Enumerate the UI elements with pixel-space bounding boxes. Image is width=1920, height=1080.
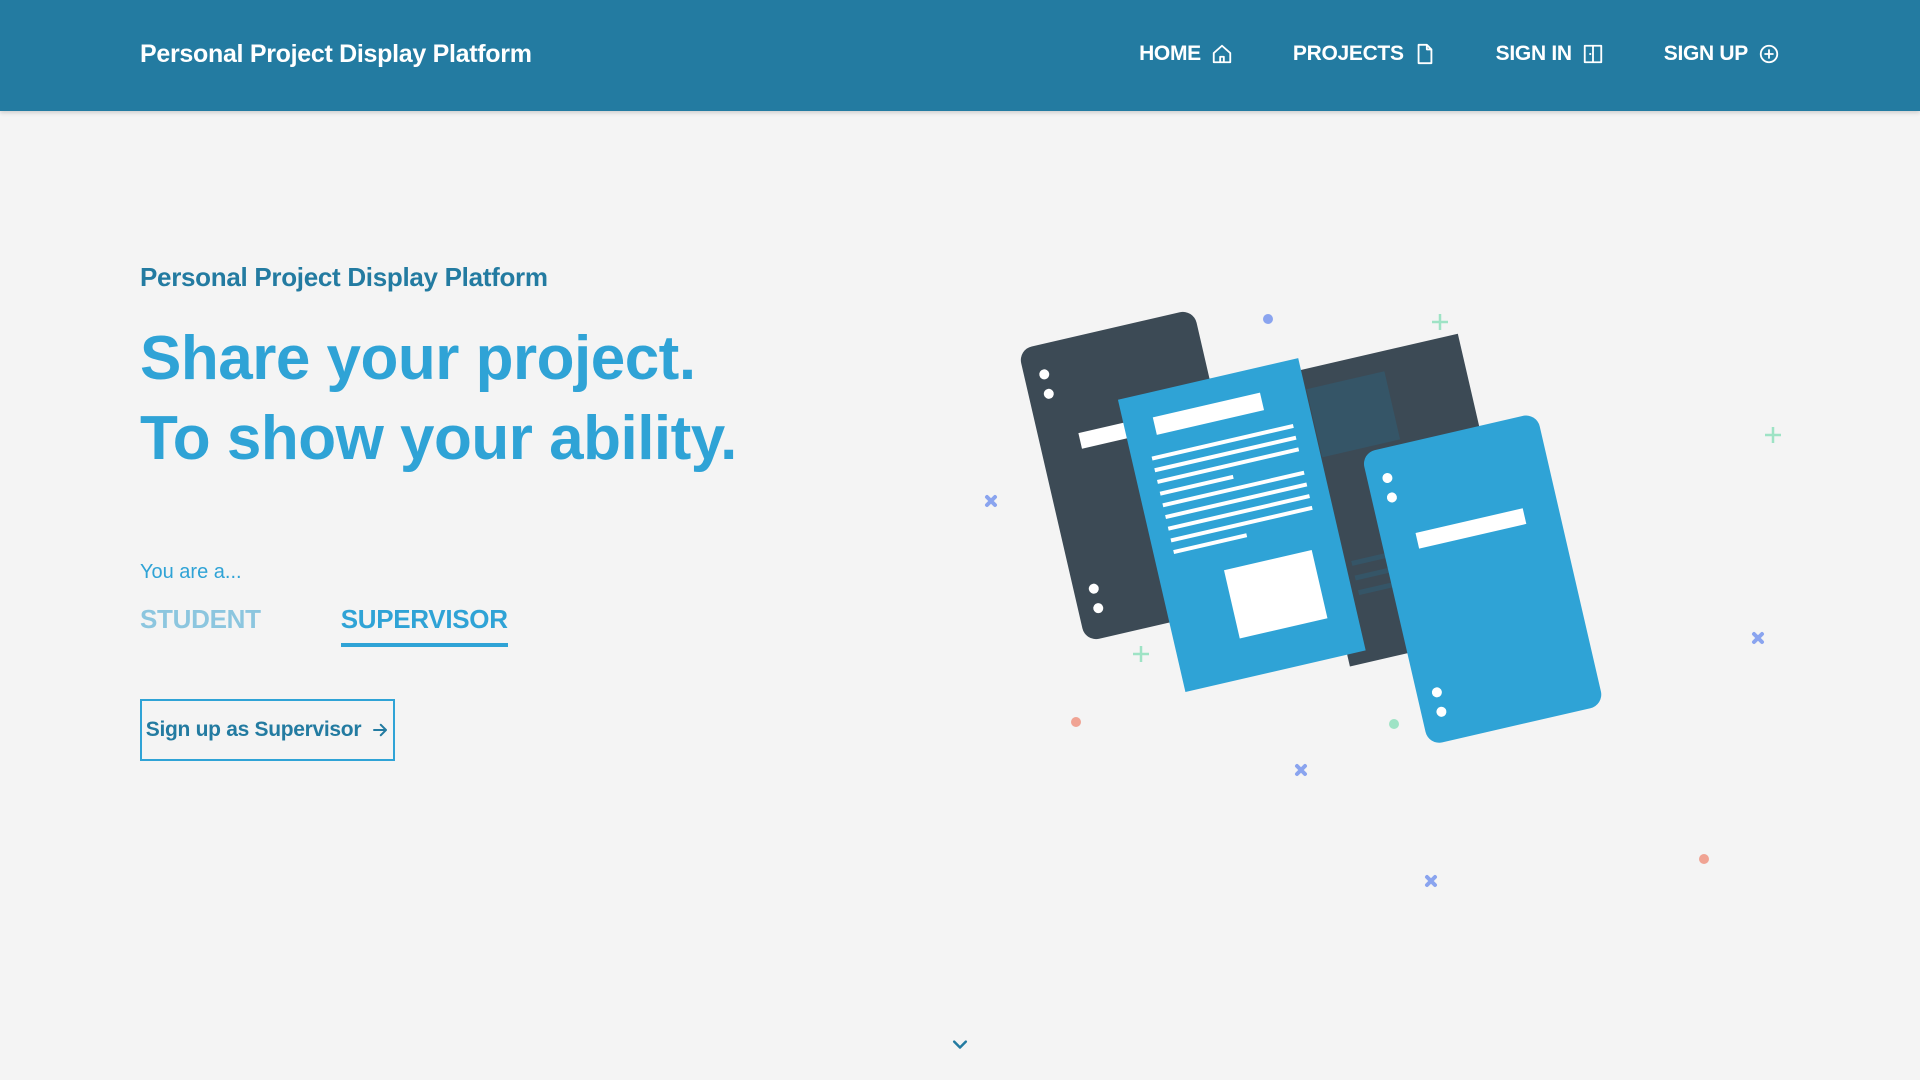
- tab-supervisor[interactable]: SUPERVISOR: [340, 604, 508, 647]
- top-navbar: Personal Project Display Platform HOME P…: [0, 0, 1920, 111]
- nav-projects-label: PROJECTS: [1292, 42, 1404, 65]
- nav-home-label: HOME: [1139, 42, 1201, 65]
- headline-line-2: To show your ability.: [140, 404, 737, 473]
- headline-line-1: Share your project.: [140, 324, 696, 393]
- nav-projects[interactable]: PROJECTS: [1293, 42, 1436, 66]
- chevron-down-icon[interactable]: [950, 1035, 970, 1055]
- document-icon: [1417, 43, 1433, 65]
- hero-section: Personal Project Display Platform Share …: [140, 262, 737, 479]
- documents-illustration: [985, 311, 1781, 887]
- home-icon: [1212, 44, 1232, 64]
- blue-document-right: [1363, 415, 1602, 743]
- hero-headline: Share your project. To show your ability…: [140, 319, 737, 479]
- nav-sign-up-label: SIGN UP: [1663, 42, 1749, 65]
- cta-label: Sign up as Supervisor: [145, 718, 362, 741]
- sign-up-supervisor-button[interactable]: Sign up as Supervisor: [140, 699, 395, 761]
- plus-circle-icon: [1759, 44, 1779, 64]
- nav-sign-in[interactable]: SIGN IN: [1496, 42, 1604, 66]
- nav-sign-up[interactable]: SIGN UP: [1664, 42, 1780, 66]
- tab-student[interactable]: STUDENT: [140, 604, 261, 647]
- role-tabs: STUDENT SUPERVISOR: [140, 604, 508, 647]
- brand-logo-link[interactable]: Personal Project Display Platform: [140, 40, 532, 69]
- nav-sign-in-label: SIGN IN: [1495, 42, 1572, 65]
- door-icon: [1583, 44, 1602, 64]
- role-prompt: You are a...: [140, 561, 242, 583]
- hero-eyebrow: Personal Project Display Platform: [140, 262, 548, 292]
- main-nav: HOME PROJECTS SIGN IN SIGN UP: [1139, 42, 1780, 66]
- nav-home[interactable]: HOME: [1139, 42, 1233, 66]
- arrow-right-icon: [373, 723, 388, 737]
